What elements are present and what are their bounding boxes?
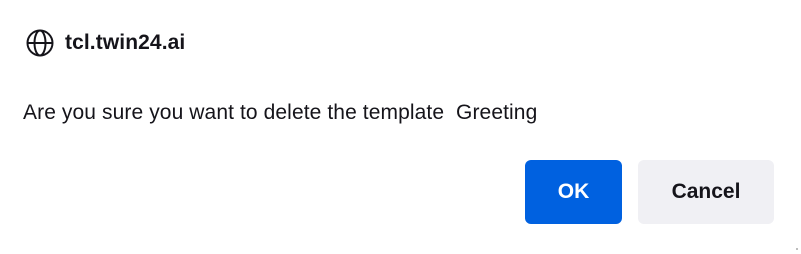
dialog-buttons: OK Cancel <box>525 160 774 224</box>
origin-domain: tcl.twin24.ai <box>65 31 186 54</box>
dialog-origin: tcl.twin24.ai <box>25 28 185 58</box>
globe-icon <box>25 28 55 58</box>
ok-button[interactable]: OK <box>525 160 622 224</box>
confirm-dialog: tcl.twin24.ai Are you sure you want to d… <box>0 0 801 254</box>
resize-grip <box>796 248 798 250</box>
cancel-button[interactable]: Cancel <box>638 160 774 224</box>
dialog-message: Are you sure you want to delete the temp… <box>23 101 538 124</box>
